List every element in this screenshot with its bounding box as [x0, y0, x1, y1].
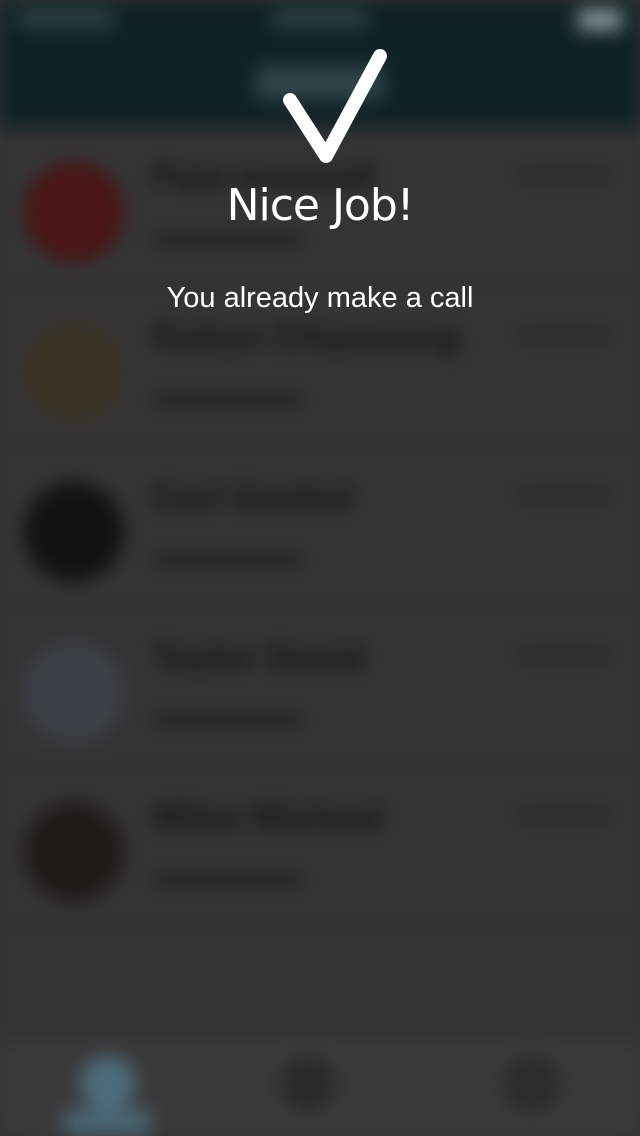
success-overlay[interactable]: Nice Job! You already make a call	[0, 0, 640, 1136]
checkmark-icon	[283, 49, 387, 163]
success-message: You already make a call	[166, 282, 474, 314]
success-title: Nice Job!	[226, 180, 415, 231]
